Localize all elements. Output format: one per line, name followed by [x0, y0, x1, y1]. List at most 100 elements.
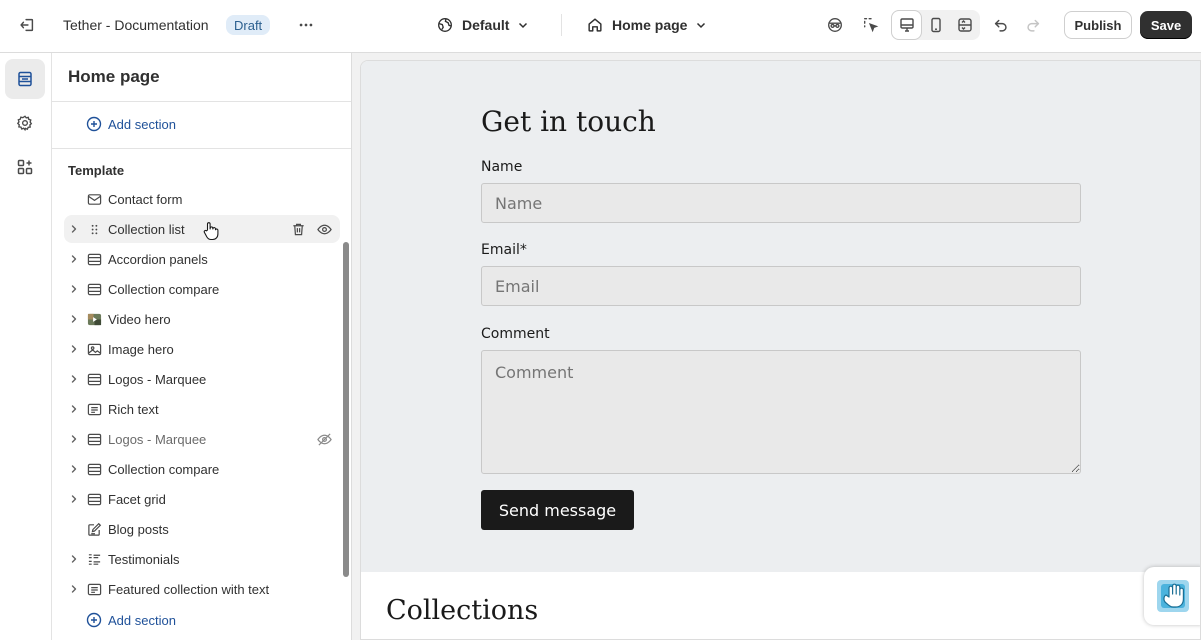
- hand-wave-icon: [1157, 580, 1189, 612]
- page-selector[interactable]: Home page: [586, 11, 707, 39]
- theme-preview: Get in touch Name Email* Comment Send me…: [360, 60, 1201, 640]
- section-label: Collection compare: [108, 461, 220, 477]
- top-bar: Tether - Documentation Draft Default Hom…: [0, 0, 1201, 53]
- chevron-right-icon[interactable]: [68, 403, 80, 415]
- chevron-right-icon[interactable]: [68, 283, 80, 295]
- template-section-row[interactable]: Rich text: [64, 395, 340, 423]
- sidebar-scrollbar[interactable]: [343, 242, 349, 577]
- section-label: Logos - Marquee: [108, 371, 207, 387]
- section-icon: [86, 431, 102, 447]
- add-section-header-button[interactable]: Add section: [86, 114, 176, 134]
- image-icon: [86, 341, 102, 357]
- section-icon: [86, 281, 102, 297]
- eye-icon[interactable]: [315, 220, 333, 238]
- undo-icon[interactable]: [987, 11, 1015, 39]
- chevron-right-icon[interactable]: [68, 343, 80, 355]
- theme-selector-label: Default: [462, 17, 510, 33]
- chevron-right-icon[interactable]: [68, 463, 80, 475]
- chevron-right-icon[interactable]: [68, 313, 80, 325]
- name-label: Name: [481, 159, 523, 175]
- collections-title: Collections: [386, 595, 539, 626]
- desktop-icon[interactable]: [892, 11, 921, 39]
- section-label: Collection compare: [108, 281, 220, 297]
- template-section-row[interactable]: Logos - Marquee: [64, 365, 340, 393]
- blog-icon: [86, 521, 102, 537]
- plus-circle-icon: [86, 116, 102, 132]
- chevron-right-icon[interactable]: [68, 253, 80, 265]
- redo-icon[interactable]: [1019, 11, 1047, 39]
- drag-handle-icon: [86, 221, 102, 237]
- template-section-row[interactable]: Collection compare: [64, 455, 340, 483]
- trash-icon[interactable]: [289, 220, 307, 238]
- template-section-row[interactable]: Logos - Marquee: [64, 425, 340, 453]
- select-element-icon[interactable]: [857, 11, 885, 39]
- sidebar-title: Home page: [68, 67, 160, 86]
- eye-off-icon[interactable]: [315, 430, 333, 448]
- sections-icon[interactable]: [5, 59, 45, 99]
- chevron-right-icon[interactable]: [68, 223, 80, 235]
- page-selector-label: Home page: [612, 17, 688, 33]
- publish-button[interactable]: Publish: [1064, 11, 1132, 39]
- divider: [52, 101, 351, 102]
- template-section-row[interactable]: Contact form: [64, 185, 340, 213]
- add-section-label: Add section: [108, 612, 176, 628]
- template-section-row[interactable]: Featured collection with text: [64, 575, 340, 603]
- template-section-row[interactable]: Testimonials: [64, 545, 340, 573]
- video-thumbnail-icon: [86, 311, 102, 327]
- chevron-right-icon[interactable]: [68, 373, 80, 385]
- section-icon: [86, 461, 102, 477]
- comment-label: Comment: [481, 326, 550, 342]
- save-button[interactable]: Save: [1140, 11, 1192, 39]
- more-options-icon[interactable]: [292, 11, 320, 39]
- email-label: Email*: [481, 242, 527, 258]
- sections-sidebar: Home page Add section Template Contact f…: [52, 53, 352, 640]
- text-icon: [86, 581, 102, 597]
- section-icon: [86, 491, 102, 507]
- comment-textarea[interactable]: [481, 350, 1081, 474]
- chevron-right-icon[interactable]: [68, 583, 80, 595]
- settings-gear-icon[interactable]: [5, 103, 45, 143]
- section-label: Featured collection with text: [108, 581, 270, 597]
- section-label: Video hero: [108, 311, 171, 327]
- template-section-row[interactable]: Accordion panels: [64, 245, 340, 273]
- app-title: Tether - Documentation: [63, 17, 209, 33]
- template-section-row[interactable]: Collection compare: [64, 275, 340, 303]
- template-section-row[interactable]: Facet grid: [64, 485, 340, 513]
- apps-icon[interactable]: [5, 147, 45, 187]
- inspector-icon[interactable]: [821, 11, 849, 39]
- template-heading: Template: [68, 163, 125, 178]
- template-section-row[interactable]: Image hero: [64, 335, 340, 363]
- email-input[interactable]: [481, 266, 1081, 306]
- divider: [561, 14, 562, 36]
- contact-title: Get in touch: [481, 105, 656, 138]
- list-icon: [86, 551, 102, 567]
- exit-icon[interactable]: [13, 11, 41, 39]
- section-icon: [86, 371, 102, 387]
- name-input[interactable]: [481, 183, 1081, 223]
- home-icon: [588, 18, 602, 32]
- template-section-row[interactable]: Blog posts: [64, 515, 340, 543]
- globe-icon: [438, 18, 452, 32]
- theme-selector[interactable]: Default: [436, 11, 529, 39]
- section-label: Image hero: [108, 341, 174, 357]
- left-rail: [0, 53, 52, 640]
- section-label: Accordion panels: [108, 251, 208, 267]
- plus-circle-icon: [86, 612, 102, 628]
- chevron-right-icon[interactable]: [68, 493, 80, 505]
- contact-form-icon: [86, 191, 102, 207]
- full-width-icon[interactable]: [950, 11, 979, 39]
- template-section-row[interactable]: Video hero: [64, 305, 340, 333]
- hand-cursor-icon: [203, 222, 219, 241]
- section-label: Testimonials: [108, 551, 180, 567]
- chevron-right-icon[interactable]: [68, 433, 80, 445]
- section-icon: [86, 251, 102, 267]
- chevron-down-icon: [697, 22, 706, 29]
- chevron-right-icon[interactable]: [68, 553, 80, 565]
- add-section-template-button[interactable]: Add section: [86, 610, 176, 630]
- send-message-button[interactable]: Send message: [481, 490, 634, 530]
- section-label: Contact form: [108, 191, 183, 207]
- divider: [52, 148, 351, 149]
- mobile-icon[interactable]: [921, 11, 950, 39]
- contact-form-section[interactable]: Get in touch Name Email* Comment Send me…: [361, 61, 1200, 572]
- assistant-badge[interactable]: [1144, 567, 1200, 625]
